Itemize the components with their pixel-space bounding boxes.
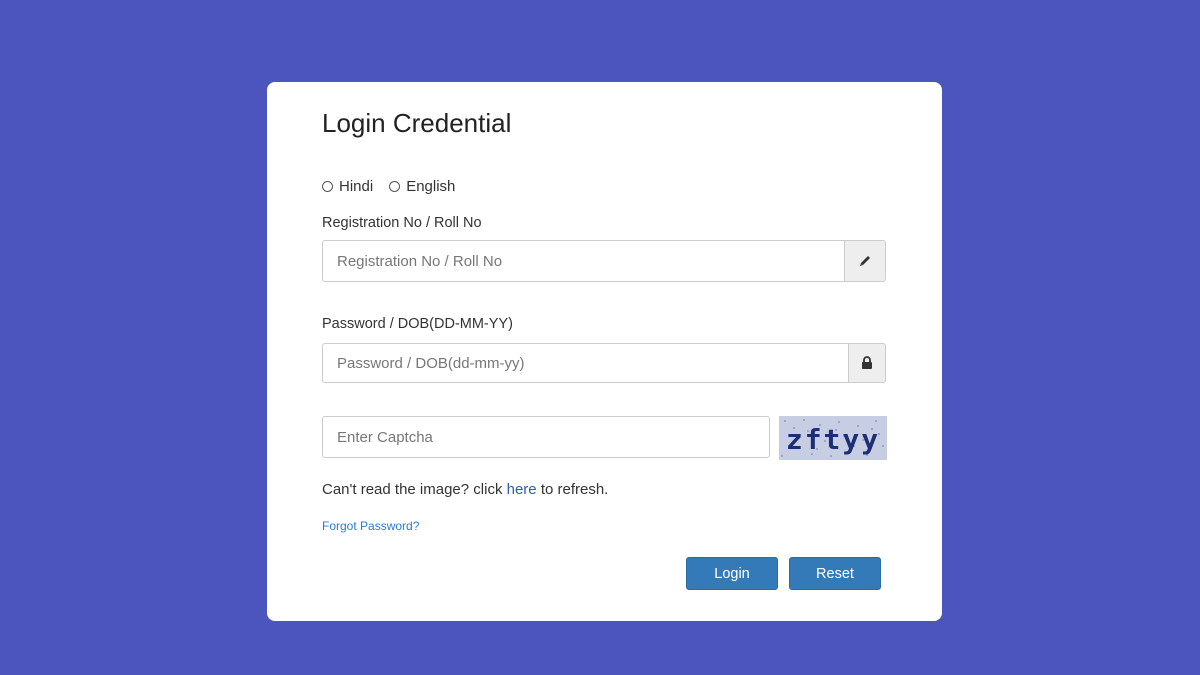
captcha-input[interactable] [322,416,770,458]
radio-english[interactable] [389,181,401,192]
login-button[interactable]: Login [686,557,778,590]
refresh-hint: Can't read the image? click here to refr… [322,481,608,498]
lock-icon [862,356,872,369]
language-option-hindi[interactable]: Hindi [322,178,373,195]
captcha-image: zftyy [779,416,887,460]
pencil-icon [860,256,870,266]
password-input[interactable] [322,343,848,383]
captcha-text: zftyy [786,423,880,456]
refresh-text-before: Can't read the image? click [322,481,507,498]
registration-input-group [322,240,886,282]
refresh-captcha-link[interactable]: here [507,481,537,498]
radio-hindi[interactable] [322,181,333,192]
language-label-hindi: Hindi [339,178,374,195]
password-addon [848,343,886,383]
language-selector: Hindi English [322,178,471,195]
language-option-english[interactable]: English [389,178,455,195]
registration-input[interactable] [322,240,844,282]
registration-label: Registration No / Roll No [322,215,482,231]
language-label-english: English [406,178,456,195]
forgot-password-link[interactable]: Forgot Password? [322,519,419,533]
registration-addon [844,240,886,282]
password-label: Password / DOB(DD-MM-YY) [322,316,513,332]
login-card: Login Credential Hindi English Registrat… [267,82,942,621]
reset-button[interactable]: Reset [789,557,881,590]
page-title: Login Credential [322,108,512,138]
password-input-group [322,343,886,383]
refresh-text-after: to refresh. [536,481,609,498]
